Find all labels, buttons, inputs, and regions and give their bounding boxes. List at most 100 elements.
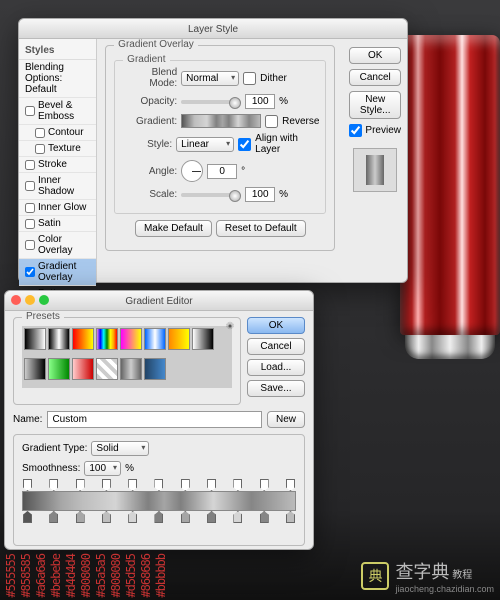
color-stop[interactable]	[23, 511, 32, 523]
layer-style-titlebar[interactable]: Layer Style	[19, 19, 407, 39]
style-item-satin[interactable]: Satin	[19, 216, 96, 232]
gradient-ramp[interactable]	[22, 491, 296, 511]
gradient-picker[interactable]	[181, 114, 261, 128]
color-stop[interactable]	[128, 511, 137, 523]
zoom-icon[interactable]	[39, 295, 49, 305]
cancel-button[interactable]: Cancel	[349, 69, 401, 86]
gradient-editor-titlebar[interactable]: Gradient Editor	[5, 291, 313, 311]
make-default-button[interactable]: Make Default	[135, 220, 212, 237]
style-checkbox[interactable]	[25, 240, 35, 250]
dither-label: Dither	[260, 73, 287, 84]
opacity-stop[interactable]	[233, 479, 242, 491]
name-field[interactable]	[47, 411, 262, 428]
style-checkbox[interactable]	[35, 144, 45, 154]
align-checkbox[interactable]	[238, 138, 251, 151]
new-style-button[interactable]: New Style...	[349, 91, 401, 119]
style-checkbox[interactable]	[25, 203, 35, 213]
preset-swatch[interactable]	[96, 328, 118, 350]
presets-menu-icon[interactable]	[224, 320, 236, 332]
preset-swatch[interactable]	[120, 358, 142, 380]
opacity-stop[interactable]	[260, 479, 269, 491]
style-item-contour[interactable]: Contour	[19, 125, 96, 141]
blending-options-row[interactable]: Blending Options: Default	[19, 60, 96, 98]
angle-field[interactable]: 0	[207, 164, 237, 179]
preset-swatch[interactable]	[72, 358, 94, 380]
save-button[interactable]: Save...	[247, 380, 305, 397]
style-checkbox[interactable]	[25, 219, 35, 229]
style-checkbox[interactable]	[35, 128, 45, 138]
load-button[interactable]: Load...	[247, 359, 305, 376]
preset-swatch[interactable]	[120, 328, 142, 350]
reverse-checkbox[interactable]	[265, 115, 278, 128]
ok-button[interactable]: OK	[349, 47, 401, 64]
cancel-button[interactable]: Cancel	[247, 338, 305, 355]
preview-toggle[interactable]: Preview	[349, 124, 401, 137]
dither-checkbox[interactable]	[243, 72, 256, 85]
opacity-stop[interactable]	[49, 479, 58, 491]
opacity-stop[interactable]	[102, 479, 111, 491]
style-checkbox[interactable]	[25, 160, 35, 170]
style-checkbox[interactable]	[25, 106, 35, 116]
style-item-color-overlay[interactable]: Color Overlay	[19, 232, 96, 259]
preset-swatch[interactable]	[48, 358, 70, 380]
color-stop[interactable]	[49, 511, 58, 523]
style-item-gradient-overlay[interactable]: Gradient Overlay	[19, 259, 96, 286]
ok-button[interactable]: OK	[247, 317, 305, 334]
preset-swatch[interactable]	[24, 328, 46, 350]
color-stop[interactable]	[207, 511, 216, 523]
color-stop[interactable]	[154, 511, 163, 523]
preview-checkbox[interactable]	[349, 124, 362, 137]
color-stop[interactable]	[286, 511, 295, 523]
opacity-stop[interactable]	[286, 479, 295, 491]
style-checkbox[interactable]	[25, 181, 35, 191]
preset-swatch[interactable]	[144, 358, 166, 380]
gradient-editor-dialog: Gradient Editor Presets OK Cancel Load..…	[4, 290, 314, 550]
close-icon[interactable]	[11, 295, 21, 305]
style-select[interactable]: Linear	[176, 137, 234, 152]
color-stop[interactable]	[102, 511, 111, 523]
dialog-title: Layer Style	[188, 24, 238, 35]
preset-swatch[interactable]	[24, 358, 46, 380]
preset-swatch[interactable]	[96, 358, 118, 380]
color-stop[interactable]	[181, 511, 190, 523]
smoothness-field[interactable]: 100	[84, 461, 121, 476]
angle-dial[interactable]	[181, 160, 203, 182]
name-label: Name:	[13, 414, 42, 425]
opacity-stop[interactable]	[128, 479, 137, 491]
hex-label: #858585	[19, 554, 33, 598]
preset-swatch[interactable]	[48, 328, 70, 350]
reset-default-button[interactable]: Reset to Default	[216, 220, 306, 237]
opacity-stop[interactable]	[207, 479, 216, 491]
style-checkbox[interactable]	[25, 267, 35, 277]
color-stop[interactable]	[233, 511, 242, 523]
opacity-field[interactable]: 100	[245, 94, 275, 109]
new-button[interactable]: New	[267, 411, 305, 428]
gradient-subtitle: Gradient	[123, 54, 169, 65]
style-item-texture[interactable]: Texture	[19, 141, 96, 157]
window-controls[interactable]	[11, 295, 49, 305]
hex-label: #555555	[4, 554, 18, 598]
style-item-stroke[interactable]: Stroke	[19, 157, 96, 173]
opacity-stop[interactable]	[154, 479, 163, 491]
preset-swatch[interactable]	[72, 328, 94, 350]
opacity-stop[interactable]	[76, 479, 85, 491]
opacity-stop[interactable]	[181, 479, 190, 491]
color-stop[interactable]	[260, 511, 269, 523]
preset-swatch[interactable]	[168, 328, 190, 350]
color-stop[interactable]	[76, 511, 85, 523]
styles-header[interactable]: Styles	[19, 42, 96, 60]
hex-label: #d5d5d5	[124, 554, 138, 598]
preset-swatch[interactable]	[192, 328, 214, 350]
style-item-inner-shadow[interactable]: Inner Shadow	[19, 173, 96, 200]
preset-swatch[interactable]	[144, 328, 166, 350]
scale-slider[interactable]	[181, 193, 241, 197]
opacity-stop[interactable]	[23, 479, 32, 491]
style-item-inner-glow[interactable]: Inner Glow	[19, 200, 96, 216]
gradient-type-select[interactable]: Solid	[91, 441, 149, 456]
blend-mode-select[interactable]: Normal	[181, 71, 239, 86]
opacity-slider[interactable]	[181, 100, 241, 104]
style-item-bevel-emboss[interactable]: Bevel & Emboss	[19, 98, 96, 125]
scale-field[interactable]: 100	[245, 187, 275, 202]
minimize-icon[interactable]	[25, 295, 35, 305]
layer-style-dialog: Layer Style Styles Blending Options: Def…	[18, 18, 408, 283]
